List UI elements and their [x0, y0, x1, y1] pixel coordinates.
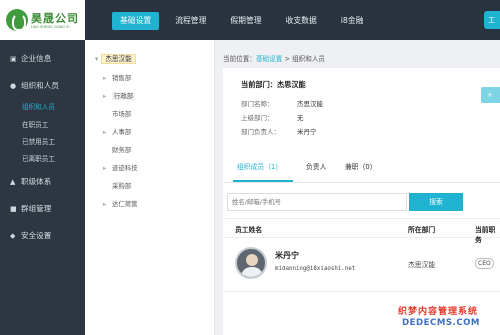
dept-info-label: 上级部门： [241, 114, 274, 122]
avatar[interactable] [235, 247, 267, 279]
top-right-button[interactable]: 工 [484, 11, 500, 29]
dept-info-row: 上级部门： 无 [241, 112, 304, 122]
tree-node-label: 市场部 [112, 110, 132, 118]
dept-info-value: 无 [297, 114, 304, 122]
tab-managers[interactable]: 负责人 [306, 161, 326, 171]
share-icon: ▲ [10, 178, 16, 186]
topnav-leave-management[interactable]: 假期管理 [222, 12, 269, 30]
top-bar: 昊晟公司 HAO SHENG GONG SI 基础设置 流程管理 假期管理 收支… [0, 0, 500, 40]
caret-right-icon[interactable]: ▸ [103, 126, 112, 138]
caret-right-icon[interactable]: ▸ [103, 90, 112, 102]
tree-node-label: 采购部 [112, 182, 132, 190]
tree-node-label: 行政部 [112, 92, 136, 100]
search-input[interactable] [227, 193, 407, 211]
flame-icon: ◆ [10, 232, 16, 240]
caret-right-icon[interactable]: ▸ [103, 162, 112, 174]
caret-right-icon[interactable]: ▸ [103, 72, 112, 84]
tree-node[interactable]: ▸ 销售部 [103, 72, 131, 84]
sidebar-item-label: 企业信息 [21, 54, 52, 63]
dept-info-row: 部门名称： 杰思汉能 [241, 98, 323, 108]
tab-org-members[interactable]: 组织成员（1） [237, 161, 282, 171]
tree-node-label: 迹迹科技 [112, 164, 138, 172]
sidebar-sub-departed-staff[interactable]: 已离职员工 [0, 153, 85, 166]
header-employee-name: 员工姓名 [235, 226, 263, 234]
breadcrumb-separator: > [282, 55, 293, 63]
dept-info-value: 米丹宁 [297, 128, 317, 136]
member-email: midanning@i8xiaoshi.net [275, 266, 356, 272]
sidebar-item-org-people[interactable]: ● 组织和人员 [0, 76, 85, 96]
topnav-basic-settings[interactable]: 基础设置 [112, 12, 160, 30]
sidebar-item-rank-system[interactable]: ▲ 职级体系 [0, 172, 85, 192]
tree-node[interactable]: ▸ 迹迹科技 [103, 162, 138, 174]
dept-info-label: 部门负责人： [241, 128, 280, 136]
logo-mark-icon [6, 9, 28, 31]
tree-node[interactable]: ▸ 人事部 [103, 126, 131, 138]
topnav-income-expense[interactable]: 收支数据 [278, 12, 325, 30]
tree-node[interactable]: 采购部 [103, 180, 131, 192]
dept-info-row: 部门负责人： 米丹宁 [241, 126, 317, 136]
group-icon: ■ [10, 205, 17, 213]
person-icon: ● [10, 82, 17, 90]
breadcrumb: 当前位置：基础设置 > 组织和人员 [223, 53, 325, 63]
tree-node[interactable]: ▸ 达仁荷管 [103, 198, 138, 210]
sidebar-item-label: 组织和人员 [21, 81, 59, 90]
sidebar-item-company-info[interactable]: ▣ 企业信息 [0, 49, 85, 69]
edit-dept-button[interactable]: + [481, 87, 500, 103]
watermark-line2: DEDECMS.COM [402, 318, 480, 328]
caret-right-icon[interactable]: ▸ [103, 198, 112, 210]
tree-node[interactable]: 财务部 [103, 144, 131, 156]
search-button[interactable]: 搜索 [409, 193, 463, 211]
sidebar-sub-org-people[interactable]: 组织和人员 [0, 101, 85, 114]
member-department: 杰思汉能 [408, 261, 436, 269]
header-department: 所在部门 [408, 226, 436, 234]
topnav-process-management[interactable]: 流程管理 [167, 12, 214, 30]
breadcrumb-current: 组织和人员 [292, 55, 326, 63]
top-nav: 基础设置 流程管理 假期管理 收支数据 i8金融 [112, 12, 371, 30]
member-name[interactable]: 米丹宁 [275, 250, 299, 261]
tree-node-label: 达仁荷管 [112, 200, 138, 208]
dept-info-label: 部门名称： [241, 100, 274, 108]
tabs-divider [223, 182, 500, 183]
breadcrumb-prefix: 当前位置： [223, 55, 256, 63]
main-panel: 当前部门：杰思汉能 部门名称： 杰思汉能 上级部门： 无 部门负责人： 米丹宁 … [223, 68, 500, 335]
logo-subtitle: HAO SHENG GONG SI [31, 25, 70, 29]
topnav-i8-finance[interactable]: i8金融 [333, 12, 372, 30]
caret-down-icon[interactable]: ▾ [95, 55, 98, 63]
logo[interactable]: 昊晟公司 HAO SHENG GONG SI [0, 0, 85, 40]
dept-title: 当前部门：杰思汉能 [241, 80, 306, 89]
tree-node-label: 人事部 [112, 128, 132, 136]
table-header: 员工姓名 所在部门 当前职务 [223, 218, 500, 244]
sidebar-item-label: 群组管理 [21, 204, 52, 213]
tree-node-label: 财务部 [112, 146, 132, 154]
dept-info-value: 杰思汉能 [297, 100, 323, 108]
sidebar-item-label: 安全设置 [21, 231, 52, 240]
table-row[interactable]: 米丹宁 midanning@i8xiaoshi.net 杰思汉能 CEO [223, 240, 500, 292]
watermark-line1: 织梦内容管理系统 [398, 307, 479, 317]
breadcrumb-link[interactable]: 基础设置 [256, 55, 282, 63]
sidebar: ▣ 企业信息 ● 组织和人员 组织和人员 在职员工 已禁用员工 已离职员工 ▲ 职级体… [0, 40, 85, 335]
tree-node[interactable]: 市场部 [103, 108, 131, 120]
sidebar-sub-disabled-staff[interactable]: 已禁用员工 [0, 136, 85, 149]
tree-node-label: 销售部 [112, 74, 132, 82]
tree-root-label: 杰思汉能 [101, 54, 136, 64]
tab-part-time[interactable]: 兼职（0） [345, 161, 377, 171]
tree-root[interactable]: ▾ 杰思汉能 [95, 53, 136, 66]
logo-name: 昊晟公司 [31, 12, 79, 25]
company-info-icon: ▣ [10, 55, 17, 63]
sidebar-item-group-management[interactable]: ■ 群组管理 [0, 199, 85, 219]
sidebar-item-security[interactable]: ◆ 安全设置 [0, 226, 85, 246]
sidebar-item-label: 职级体系 [21, 177, 52, 186]
sidebar-sub-active-staff[interactable]: 在职员工 [0, 119, 85, 132]
tree-node[interactable]: ▸ 行政部 [103, 90, 136, 102]
position-badge: CEO [475, 258, 494, 269]
org-tree: ▾ 杰思汉能 ▸ 销售部 ▸ 行政部 市场部 ▸ 人事部 财务部 ▸ 迹迹科技 采购部 ▸… [85, 40, 215, 335]
